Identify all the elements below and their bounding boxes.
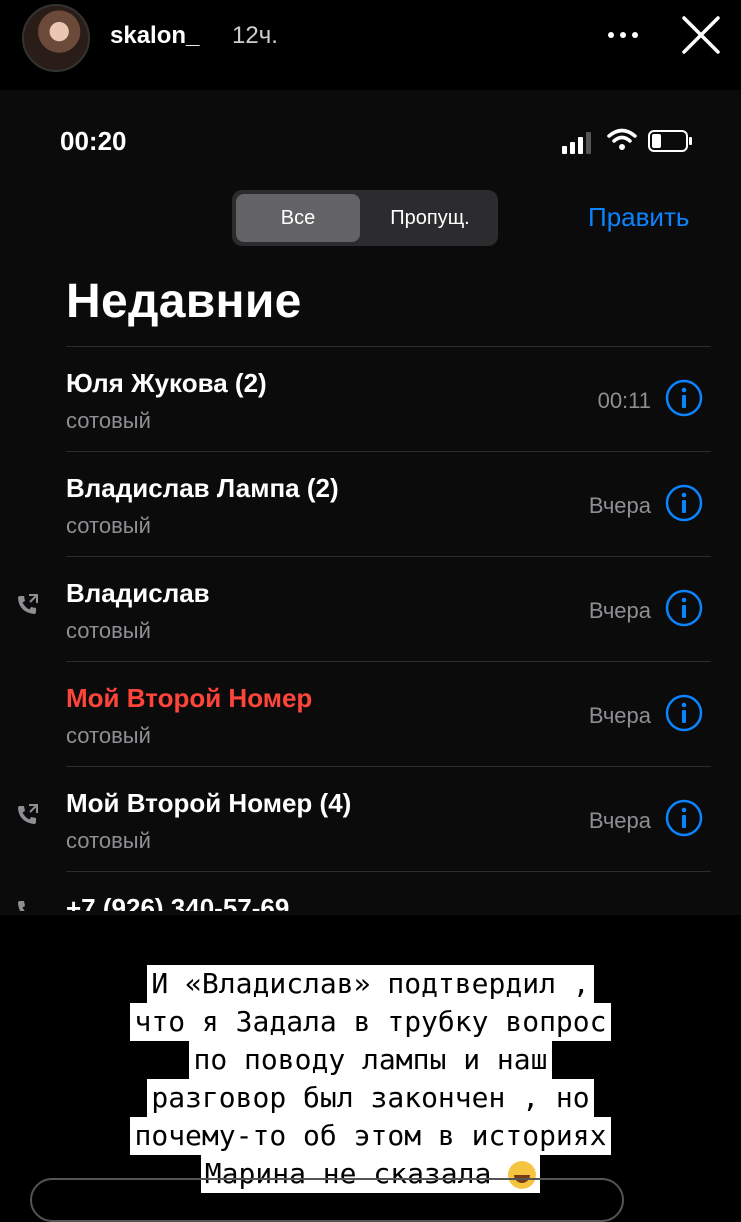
edit-button[interactable]: Править [588,202,689,233]
page-title: Недавние [66,275,302,328]
wifi-icon [607,128,637,150]
list-item[interactable]: Владислав Лампа (2) сотовый Вчера [0,451,741,556]
call-filter-segmented-control: Все Пропущ. [232,190,498,246]
info-icon[interactable] [664,588,704,628]
call-type: сотовый [66,828,151,853]
avatar[interactable] [22,4,90,72]
story-header: skalon_ 12ч. [0,0,741,80]
call-time: 00:11 [597,388,651,413]
outgoing-call-icon [18,901,25,911]
list-item[interactable]: Мой Второй Номер сотовый Вчера [0,661,741,766]
segment-all[interactable]: Все [236,194,360,242]
battery-icon [648,130,692,152]
contact-name: Владислав [66,578,210,608]
close-icon[interactable] [680,14,722,56]
story-username[interactable]: skalon_ [110,22,199,50]
recents-list: Юля Жукова (2) сотовый 00:11 Владислав Л… [0,346,741,911]
list-item[interactable]: Мой Второй Номер (4) сотовый Вчера [0,766,741,871]
phone-screen: 00:20 Все Пропущ. Править Недавние Юля Ж… [0,90,741,915]
reply-input[interactable] [30,1178,624,1222]
story-caption: И «Владислав» подтвердил , что я Задала … [0,965,741,1193]
status-time: 00:20 [60,126,127,156]
contact-name: Владислав Лампа (2) [66,473,339,503]
info-icon[interactable] [664,693,704,733]
info-icon[interactable] [664,798,704,838]
list-item[interactable]: Владислав сотовый Вчера [0,556,741,661]
contact-name: Мой Второй Номер (4) [66,788,352,818]
info-icon[interactable] [664,378,704,418]
info-icon[interactable] [664,483,704,523]
call-time: Вчера [588,598,651,623]
call-time: Вчера [588,493,651,518]
caption-line: по поводу лампы и наш [189,1041,552,1079]
more-icon[interactable] [606,20,640,50]
signal-icon [562,132,591,154]
list-item[interactable]: Юля Жукова (2) сотовый 00:11 [0,346,741,451]
caption-line: разговор был закончен , но [147,1079,594,1117]
contact-name: +7 (926) 340-57-69 [66,893,290,911]
segment-missed[interactable]: Пропущ. [366,194,494,242]
call-type: сотовый [66,723,151,748]
outgoing-call-icon [18,594,38,614]
outgoing-call-icon [18,804,38,824]
caption-line: почему-то об этом в историях [130,1117,611,1155]
caption-line: что я Задала в трубку вопрос [130,1003,611,1041]
call-time: Вчера [588,808,651,833]
caption-line: И «Владислав» подтвердил , [147,965,594,1003]
call-type: сотовый [66,618,151,643]
contact-name: Юля Жукова (2) [66,368,267,398]
contact-name: Мой Второй Номер [66,683,313,713]
story-time-ago: 12ч. [232,22,278,49]
call-type: сотовый [66,408,151,433]
list-item[interactable]: +7 (926) 340-57-69 [0,871,741,911]
call-type: сотовый [66,513,151,538]
call-time: Вчера [588,703,651,728]
